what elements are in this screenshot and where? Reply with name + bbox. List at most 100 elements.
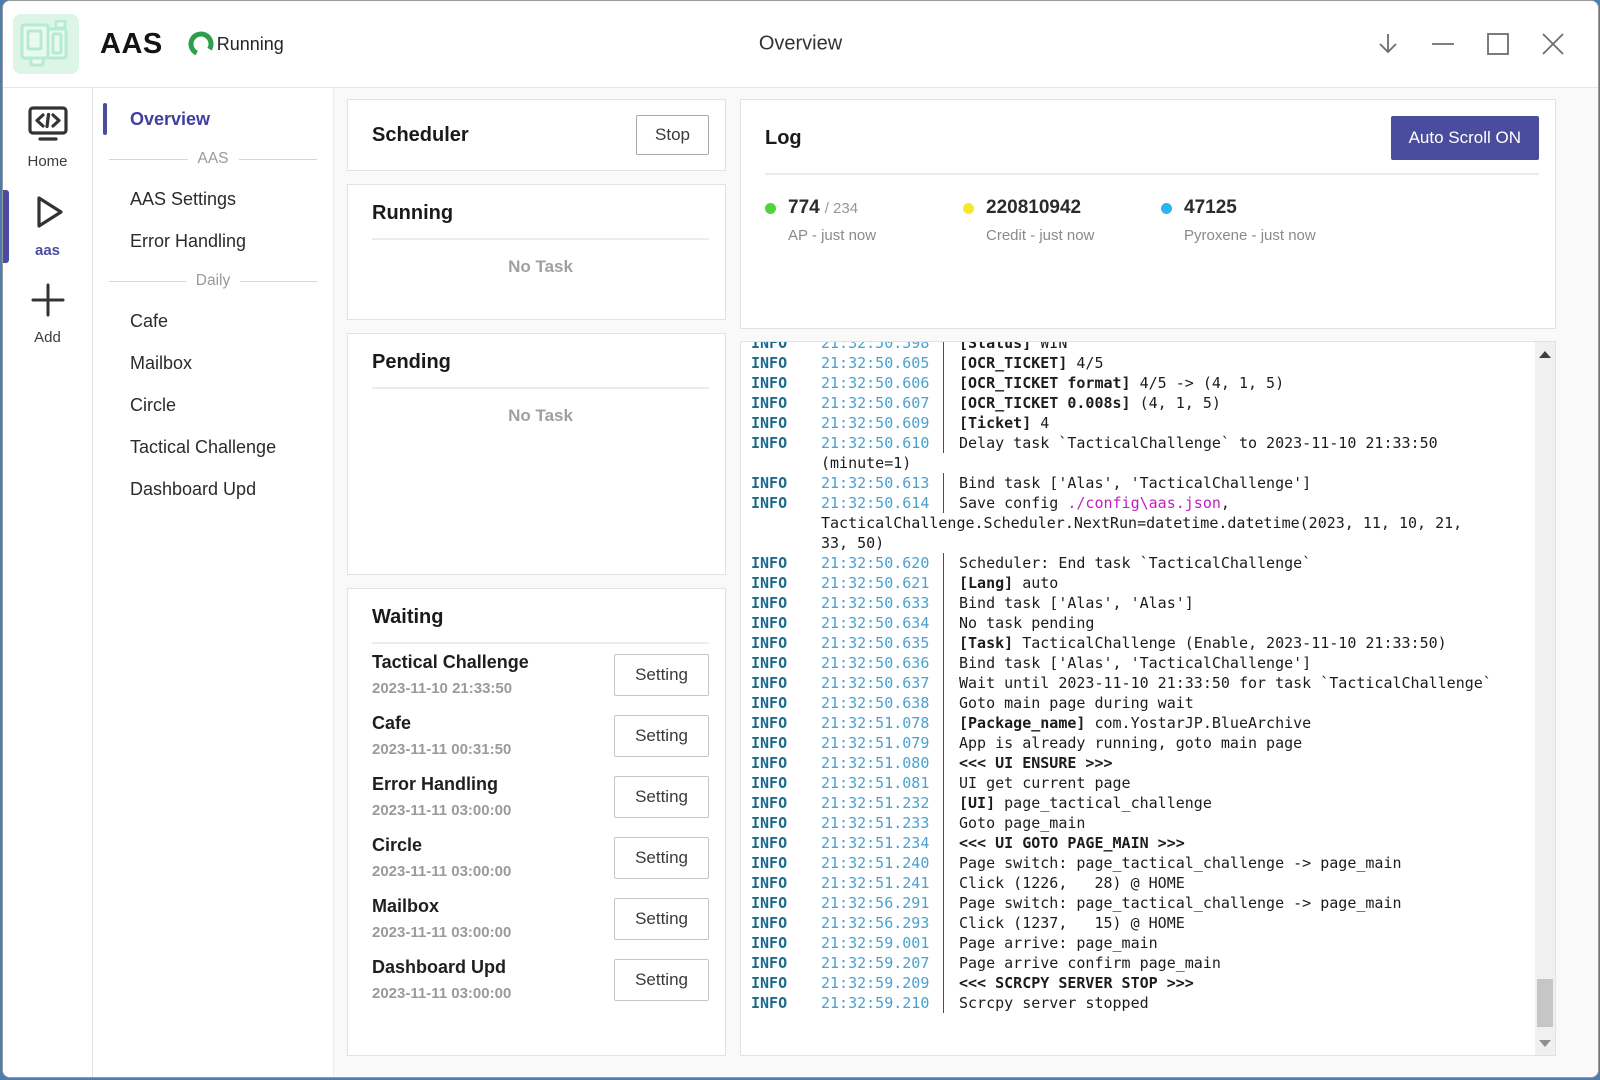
running-empty-label: No Task	[372, 257, 709, 277]
resource-stats: 774/ 234AP - just now220810942Credit - j…	[765, 197, 1539, 244]
plus-icon	[28, 281, 68, 324]
log-line: INFO21:32:51.078[Package_name] com.Yosta…	[741, 713, 1535, 733]
log-scrollbar[interactable]	[1535, 342, 1555, 1055]
divider	[372, 387, 709, 389]
up-triangle-icon	[1539, 351, 1551, 358]
maximize-button[interactable]	[1475, 21, 1521, 67]
rail-item-add[interactable]: Add	[3, 277, 92, 352]
hide-to-tray-button[interactable]	[1365, 21, 1411, 67]
scrollbar-up-button[interactable]	[1535, 344, 1555, 364]
task-setting-button[interactable]: Setting	[614, 898, 709, 940]
log-line: INFO21:32:51.240Page switch: page_tactic…	[741, 853, 1535, 873]
task-next-run: 2023-11-11 03:00:00	[372, 802, 511, 819]
minimize-button[interactable]	[1420, 21, 1466, 67]
task-setting-button[interactable]: Setting	[614, 654, 709, 696]
minimize-icon	[1430, 31, 1456, 57]
running-title: Running	[372, 202, 709, 225]
stop-button[interactable]: Stop	[636, 115, 709, 155]
stat-label: AP - just now	[788, 227, 876, 244]
log-line: INFO21:32:50.634No task pending	[741, 613, 1535, 633]
stat-item-pyroxene: 47125 Pyroxene - just now	[1161, 197, 1359, 244]
window-title: Overview	[759, 33, 842, 56]
log-scroll-area[interactable]: INFO21:32:50.598[Status] WININFO21:32:50…	[741, 342, 1535, 1055]
log-line: INFO21:32:50.614Save config ./config\aas…	[741, 493, 1535, 513]
log-line: INFO21:32:50.613Bind task ['Alas', 'Tact…	[741, 473, 1535, 493]
pending-title: Pending	[372, 351, 709, 374]
stat-dot-icon	[963, 203, 974, 214]
task-row: Tactical Challenge2023-11-10 21:33:50Set…	[372, 644, 709, 705]
close-button[interactable]	[1530, 21, 1576, 67]
task-row: Circle 2023-11-11 03:00:00 Setting	[372, 827, 709, 888]
nav-item-dashboard-upd[interactable]: Dashboard Upd	[93, 468, 333, 510]
task-name: Cafe	[372, 713, 511, 734]
auto-scroll-button[interactable]: Auto Scroll ON	[1391, 116, 1539, 160]
nav-item-cafe[interactable]: Cafe	[93, 300, 333, 342]
log-line: INFO21:32:51.232[UI] page_tactical_chall…	[741, 793, 1535, 813]
task-row: Mailbox2023-11-11 03:00:00Setting	[372, 888, 709, 949]
play-icon	[27, 192, 69, 237]
stat-value: 47125	[1184, 197, 1237, 218]
window-controls	[1356, 21, 1576, 67]
divider	[372, 238, 709, 240]
nav-item-tactical-challenge[interactable]: Tactical Challenge	[93, 426, 333, 468]
task-name: Circle	[372, 835, 511, 856]
rail-item-label: aas	[35, 242, 60, 259]
app-name: AAS	[100, 28, 163, 61]
log-line: INFO21:32:50.610Delay task `TacticalChal…	[741, 433, 1535, 453]
scrollbar-down-button[interactable]	[1535, 1033, 1555, 1053]
active-indicator	[3, 190, 9, 263]
log-line: INFO21:32:50.636Bind task ['Alas', 'Tact…	[741, 653, 1535, 673]
log-line: INFO21:32:50.609[Ticket] 4	[741, 413, 1535, 433]
log-line: INFO21:32:50.637Wait until 2023-11-10 21…	[741, 673, 1535, 693]
stat-value: 220810942	[986, 197, 1081, 218]
nav-item-error-handling[interactable]: Error Handling	[93, 220, 333, 262]
nav-item-mailbox[interactable]: Mailbox	[93, 342, 333, 384]
status-text: Running	[217, 34, 284, 55]
log-line: INFO21:32:50.633Bind task ['Alas', 'Alas…	[741, 593, 1535, 613]
scheduler-title: Scheduler	[372, 124, 469, 147]
task-setting-button[interactable]: Setting	[614, 837, 709, 879]
stat-item-ap: 774/ 234AP - just now	[765, 197, 963, 244]
nav-item-aas-settings[interactable]: AAS Settings	[93, 178, 333, 220]
task-next-run: 2023-11-11 03:00:00	[372, 863, 511, 880]
log-line: INFO21:32:50.605[OCR_TICKET] 4/5	[741, 353, 1535, 373]
app-window: AAS Running Overview	[2, 0, 1599, 1078]
rail-item-home[interactable]: Home	[3, 101, 92, 176]
rail-item-aas[interactable]: aas	[3, 188, 92, 265]
nav-section-daily: Daily	[93, 262, 333, 300]
titlebar: AAS Running Overview	[3, 1, 1598, 88]
log-line: INFO21:32:50.638Goto main page during wa…	[741, 693, 1535, 713]
nav-section-aas: AAS	[93, 140, 333, 178]
pending-empty-label: No Task	[372, 406, 709, 426]
log-line: INFO21:32:56.291Page switch: page_tactic…	[741, 893, 1535, 913]
nav-item-overview[interactable]: Overview	[93, 98, 333, 140]
log-line: INFO21:32:50.621[Lang] auto	[741, 573, 1535, 593]
running-panel: Running No Task	[347, 184, 726, 320]
log-line: INFO21:32:51.079App is already running, …	[741, 733, 1535, 753]
log-column: Log Auto Scroll ON 774/ 234AP - just now…	[740, 99, 1556, 1056]
pending-panel: Pending No Task	[347, 333, 726, 575]
log-line: INFO21:32:51.233Goto page_main	[741, 813, 1535, 833]
nav-item-circle[interactable]: Circle	[93, 384, 333, 426]
log-title: Log	[765, 127, 802, 150]
task-setting-button[interactable]: Setting	[614, 959, 709, 1001]
task-row: Error Handling2023-11-11 03:00:00Setting	[372, 766, 709, 827]
task-setting-button[interactable]: Setting	[614, 776, 709, 818]
log-line: 33, 50)	[741, 533, 1535, 553]
log-line: TacticalChallenge.Scheduler.NextRun=date…	[741, 513, 1535, 533]
task-name: Tactical Challenge	[372, 652, 529, 673]
log-line: INFO21:32:59.207Page arrive confirm page…	[741, 953, 1535, 973]
log-lines: INFO21:32:50.598[Status] WININFO21:32:50…	[741, 342, 1535, 1013]
log-line: INFO21:32:50.598[Status] WIN	[741, 342, 1535, 353]
stat-max: / 234	[825, 200, 858, 217]
scrollbar-thumb[interactable]	[1537, 979, 1553, 1027]
stat-label: Credit - just now	[986, 227, 1094, 244]
task-name: Mailbox	[372, 896, 511, 917]
stat-label: Pyroxene - just now	[1184, 227, 1316, 244]
stat-item-credit: 220810942 Credit - just now	[963, 197, 1161, 244]
waiting-title: Waiting	[372, 606, 709, 629]
task-next-run: 2023-11-11 00:31:50	[372, 741, 511, 758]
content-area: Scheduler Stop Running No Task Pending N…	[333, 88, 1598, 1077]
rail-item-label: Add	[34, 329, 61, 346]
task-setting-button[interactable]: Setting	[614, 715, 709, 757]
